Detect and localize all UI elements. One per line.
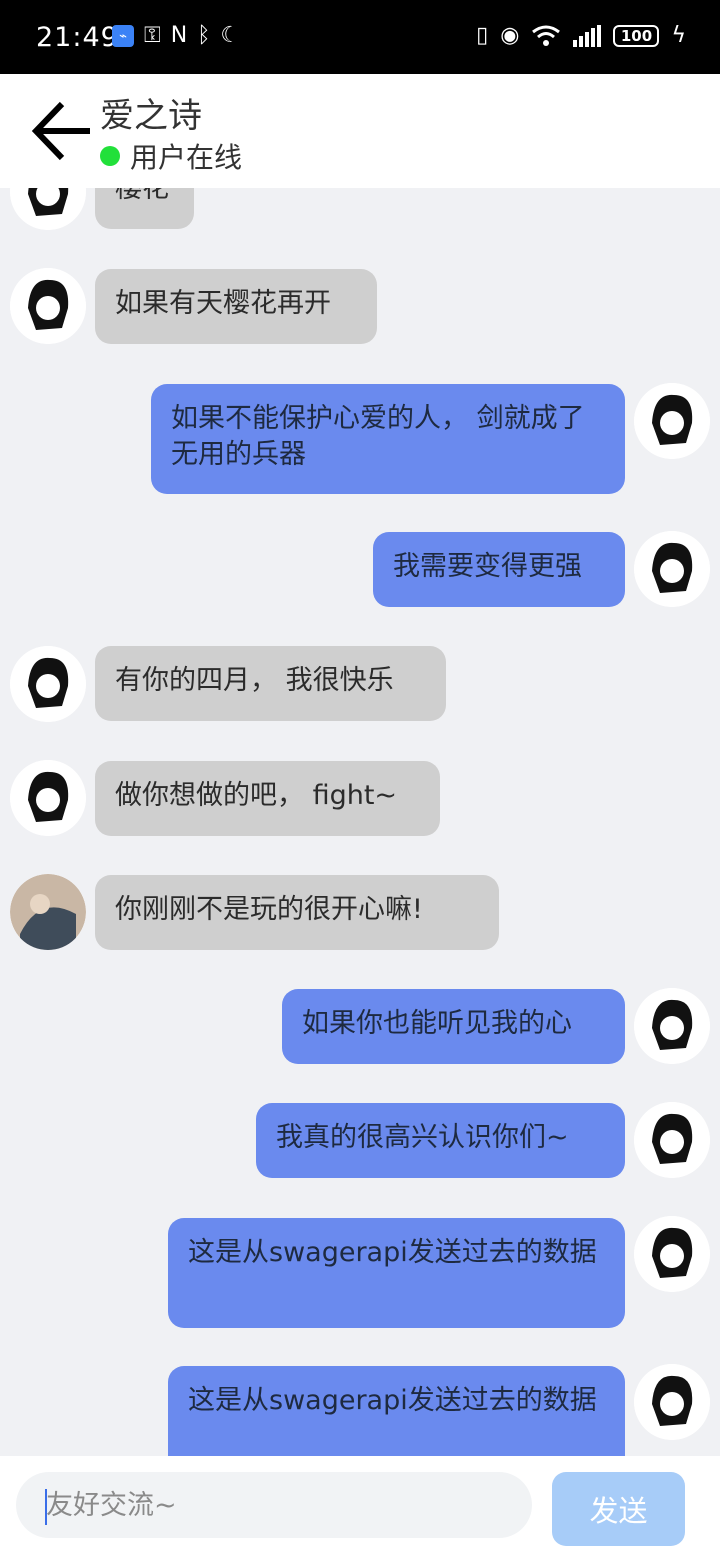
message-bubble: 做你想做的吧， fight~: [95, 761, 440, 836]
online-status-text: 用户在线: [130, 141, 243, 174]
avatar: [634, 1216, 710, 1292]
avatar: [10, 268, 86, 344]
avatar: [10, 646, 86, 722]
avatar: [10, 188, 86, 230]
message-bubble: 如果有天樱花再开: [95, 269, 377, 344]
message-text: 樱花: [115, 188, 169, 204]
message-text: 你刚刚不是玩的很开心嘛!: [115, 894, 423, 925]
message-bubble: 我需要变得更强: [373, 532, 625, 607]
back-arrow-icon[interactable]: [30, 96, 94, 166]
avatar: [10, 760, 86, 836]
status-bar: 21:49 ⌁ ⚿ N ᛒ ☾ ▯ ◉ 100 ϟ: [0, 0, 720, 74]
vibrate-icon: ▯: [476, 23, 489, 48]
key-icon: ⚿: [144, 23, 161, 48]
charging-icon: ϟ: [671, 23, 686, 48]
signal-icon: [573, 25, 602, 47]
message-bubble: 有你的四月， 我很快乐: [95, 646, 446, 721]
message-text: 这是从swagerapi发送过去的数据: [188, 1385, 597, 1416]
battery-icon: 100: [613, 25, 660, 47]
message-text: 如果你也能听见我的心: [302, 1008, 572, 1039]
message-bubble: 这是从swagerapi发送过去的数据: [168, 1366, 625, 1456]
input-bar: 发送: [0, 1456, 720, 1554]
message-bubble: 这是从swagerapi发送过去的数据: [168, 1218, 625, 1328]
moon-icon: ☾: [220, 23, 241, 48]
status-icons-left: ⌁ ⚿ N ᛒ ☾: [112, 24, 240, 48]
message-bubble: 如果你也能听见我的心: [282, 989, 625, 1064]
message-bubble: 樱花: [95, 188, 194, 229]
text-caret: [45, 1489, 47, 1525]
nfc-icon: N: [170, 23, 188, 48]
avatar: [634, 988, 710, 1064]
hotspot-icon: ◉: [500, 23, 520, 48]
avatar: [634, 531, 710, 607]
send-button[interactable]: 发送: [552, 1472, 685, 1546]
avatar: [634, 1102, 710, 1178]
message-bubble: 我真的很高兴认识你们~: [256, 1103, 625, 1178]
chat-title: 爱之诗: [100, 96, 202, 136]
status-icons-right: ▯ ◉ 100 ϟ: [476, 24, 686, 48]
message-text: 我真的很高兴认识你们~: [276, 1122, 569, 1153]
message-bubble: 你刚刚不是玩的很开心嘛!: [95, 875, 499, 950]
avatar: [10, 874, 86, 950]
message-text: 如果不能保护心爱的人， 剑就成了无用的兵器: [171, 403, 585, 470]
wifi-icon: [532, 25, 561, 46]
usb-icon: ⌁: [112, 25, 134, 47]
online-status: 用户在线: [100, 136, 242, 176]
message-input[interactable]: [16, 1472, 532, 1538]
avatar: [634, 1364, 710, 1440]
status-time: 21:49: [36, 22, 119, 53]
message-text: 有你的四月， 我很快乐: [115, 665, 394, 696]
message-text: 如果有天樱花再开: [115, 288, 331, 319]
message-text: 我需要变得更强: [393, 551, 582, 582]
message-text: 做你想做的吧， fight~: [115, 780, 398, 811]
avatar: [634, 383, 710, 459]
online-dot-icon: [100, 146, 120, 166]
message-list[interactable]: 樱花 如果有天樱花再开 如果不能保护心爱的人， 剑就成了无用的兵器 我需要变得更…: [0, 188, 720, 1456]
message-bubble: 如果不能保护心爱的人， 剑就成了无用的兵器: [151, 384, 625, 494]
message-text: 这是从swagerapi发送过去的数据: [188, 1237, 597, 1268]
bluetooth-icon: ᛒ: [197, 23, 211, 48]
